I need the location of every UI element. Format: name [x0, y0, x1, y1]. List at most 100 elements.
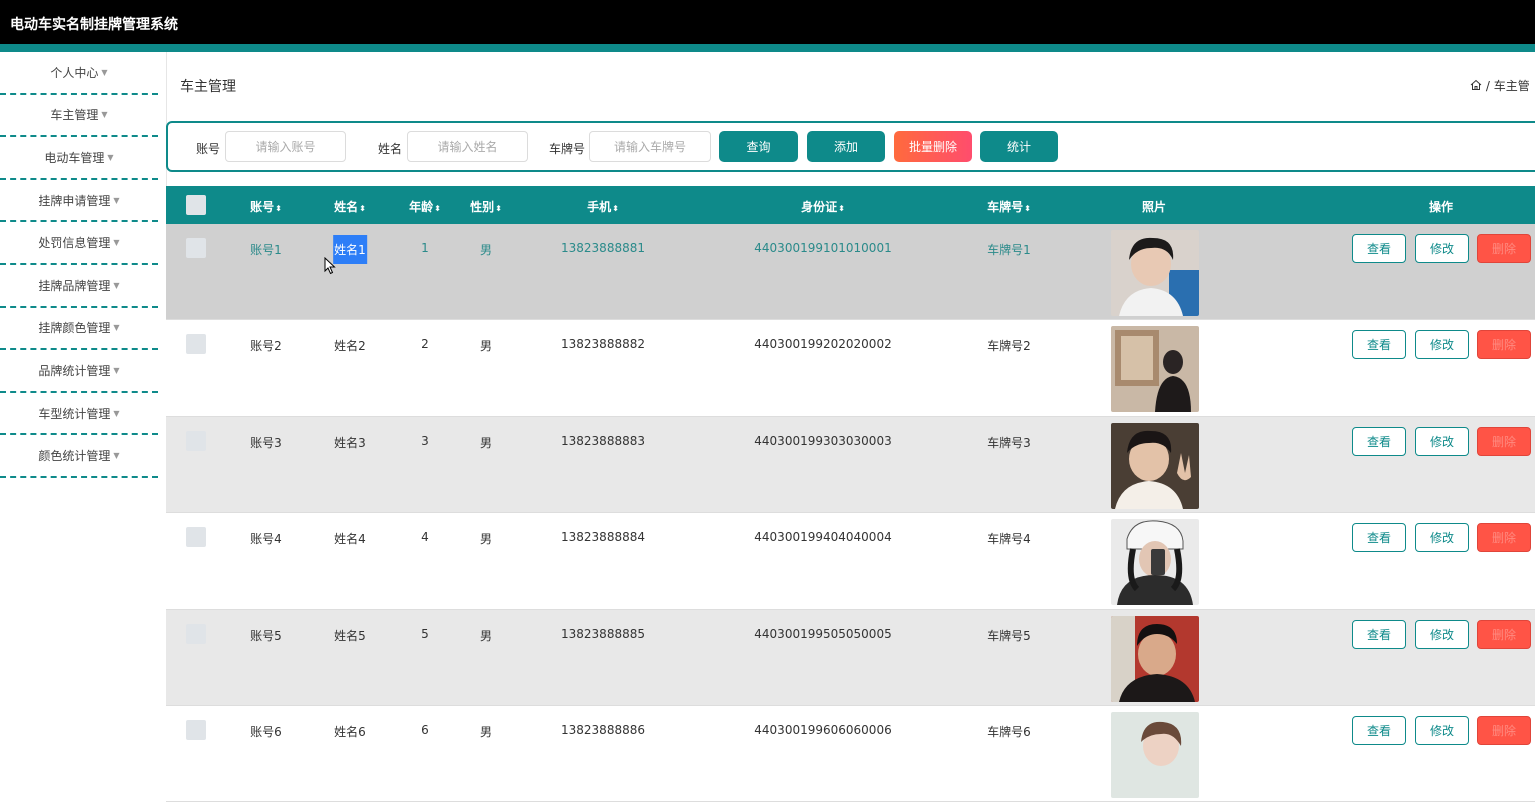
sidebar-item-ebike-management[interactable]: 电动车管理 ▼	[0, 137, 158, 180]
sidebar-item-label: 品牌统计管理	[38, 363, 111, 378]
header-account[interactable]: 账号⬍	[250, 198, 282, 215]
app-title: 电动车实名制挂牌管理系统	[10, 17, 178, 33]
cell-plate: 车牌号3	[987, 435, 1031, 450]
sidebar-item-owner-management[interactable]: 车主管理 ▼	[0, 95, 158, 138]
caret-down-icon: ▼	[101, 110, 108, 120]
edit-button[interactable]: 修改	[1415, 234, 1469, 263]
sidebar-item-penalty-info[interactable]: 处罚信息管理 ▼	[0, 222, 158, 265]
cell-account: 账号3	[250, 435, 282, 450]
plate-search-input[interactable]	[589, 131, 711, 162]
add-button[interactable]: 添加	[807, 131, 885, 162]
header-plate[interactable]: 车牌号⬍	[987, 198, 1031, 215]
cell-name: 姓名4	[334, 532, 366, 547]
sort-icon: ⬍	[495, 204, 502, 213]
sidebar-item-color-stats[interactable]: 颜色统计管理 ▼	[0, 435, 158, 478]
cell-age: 3	[421, 433, 429, 448]
mouse-cursor-icon	[324, 257, 336, 275]
caret-down-icon: ▼	[113, 408, 120, 418]
cell-account: 账号4	[250, 532, 282, 547]
sort-icon: ⬍	[612, 204, 619, 213]
sidebar-item-model-stats[interactable]: 车型统计管理 ▼	[0, 393, 158, 436]
cell-idcard: 440300199404040004	[754, 530, 892, 545]
name-label: 姓名	[378, 142, 403, 156]
cell-gender: 男	[479, 724, 493, 739]
header-label: 身份证	[801, 200, 838, 214]
sidebar-item-brand-stats[interactable]: 品牌统计管理 ▼	[0, 350, 158, 393]
edit-button[interactable]: 修改	[1415, 523, 1469, 553]
delete-button[interactable]: 删除	[1477, 715, 1531, 745]
header-operations: 操作	[1428, 200, 1454, 214]
home-icon[interactable]	[1470, 79, 1482, 91]
cell-phone: 13823888881	[561, 241, 645, 255]
query-button[interactable]: 查询	[719, 131, 798, 162]
name-search-input[interactable]	[407, 131, 528, 162]
cell-plate: 车牌号6	[987, 724, 1031, 739]
delete-button[interactable]: 删除	[1477, 523, 1531, 553]
view-button[interactable]: 查看	[1352, 715, 1406, 745]
sidebar-item-plate-color[interactable]: 挂牌颜色管理 ▼	[0, 308, 158, 351]
cell-gender: 男	[479, 243, 493, 257]
app-header: 电动车实名制挂牌管理系统	[0, 0, 1535, 44]
sidebar-item-label: 挂牌品牌管理	[38, 278, 111, 293]
row-checkbox[interactable]	[186, 527, 206, 548]
sidebar-item-label: 车型统计管理	[38, 406, 111, 421]
stats-button[interactable]: 统计	[980, 131, 1058, 162]
table-row: 账号5 姓名5 5 男 13823888885 4403001995050500…	[166, 609, 1535, 706]
row-checkbox[interactable]	[186, 719, 206, 740]
owner-photo	[1111, 615, 1199, 702]
row-checkbox[interactable]	[186, 430, 206, 451]
view-button[interactable]: 查看	[1352, 330, 1406, 360]
owner-photo	[1111, 711, 1199, 798]
edit-button[interactable]: 修改	[1415, 715, 1469, 745]
sidebar-item-personal-center[interactable]: 个人中心 ▼	[0, 52, 158, 95]
sidebar-item-plate-brand[interactable]: 挂牌品牌管理 ▼	[0, 265, 158, 308]
header-name[interactable]: 姓名⬍	[334, 198, 366, 215]
header-idcard[interactable]: 身份证⬍	[801, 198, 845, 215]
view-button[interactable]: 查看	[1352, 234, 1406, 263]
header-age[interactable]: 年龄⬍	[409, 198, 441, 215]
cell-gender: 男	[479, 628, 493, 643]
batch-delete-button[interactable]: 批量删除	[894, 131, 972, 162]
header-accent-stripe	[0, 44, 1535, 52]
breadcrumb-separator: /	[1485, 79, 1490, 93]
view-button[interactable]: 查看	[1352, 619, 1406, 649]
header-phone[interactable]: 手机⬍	[587, 198, 619, 215]
sort-icon: ⬍	[838, 204, 845, 213]
owner-photo	[1111, 230, 1199, 316]
cell-age: 2	[421, 337, 429, 352]
edit-button[interactable]: 修改	[1415, 619, 1469, 649]
caret-down-icon: ▼	[107, 152, 114, 162]
delete-button[interactable]: 删除	[1477, 234, 1531, 263]
delete-button[interactable]: 删除	[1477, 426, 1531, 456]
header-label: 姓名	[334, 200, 359, 214]
owner-photo	[1111, 422, 1199, 509]
caret-down-icon: ▼	[101, 67, 108, 77]
edit-button[interactable]: 修改	[1415, 330, 1469, 360]
cell-phone: 13823888882	[561, 337, 645, 352]
row-checkbox[interactable]	[186, 238, 206, 258]
breadcrumb: / 车主管	[1470, 77, 1530, 94]
account-search-input[interactable]	[225, 131, 346, 162]
select-all-checkbox[interactable]	[186, 195, 206, 215]
cell-idcard: 440300199101010001	[754, 241, 892, 255]
delete-button[interactable]: 删除	[1477, 619, 1531, 649]
cell-age: 1	[421, 241, 429, 255]
cell-age: 4	[421, 530, 429, 545]
edit-button[interactable]: 修改	[1415, 426, 1469, 456]
sidebar-item-plate-application[interactable]: 挂牌申请管理 ▼	[0, 180, 158, 223]
cell-plate: 车牌号5	[987, 628, 1031, 643]
delete-button[interactable]: 删除	[1477, 330, 1531, 360]
header-gender[interactable]: 性别⬍	[470, 198, 502, 215]
view-button[interactable]: 查看	[1352, 426, 1406, 456]
cell-plate: 车牌号4	[987, 532, 1031, 547]
cell-name: 姓名2	[334, 339, 366, 354]
cell-idcard: 440300199606060006	[754, 722, 892, 737]
row-checkbox[interactable]	[186, 623, 206, 644]
header-label: 车牌号	[987, 200, 1024, 214]
breadcrumb-current[interactable]: 车主管	[1494, 79, 1530, 93]
view-button[interactable]: 查看	[1352, 523, 1406, 553]
row-checkbox[interactable]	[186, 334, 206, 355]
cell-age: 6	[421, 722, 429, 737]
cell-account: 账号2	[250, 339, 282, 354]
cell-account: 账号5	[250, 628, 282, 643]
